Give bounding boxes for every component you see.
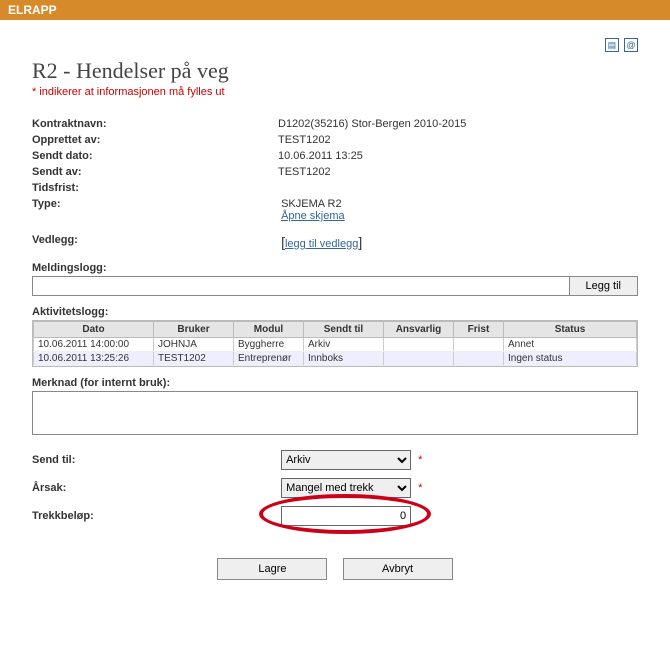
trekk-label: Trekkbeløp: [32, 510, 278, 522]
app-header: ELRAPP [0, 0, 670, 20]
required-star: * [418, 482, 422, 494]
col-dato: Dato [34, 322, 154, 338]
aktivitetslogg-label: Aktivitetslogg: [32, 306, 638, 318]
help-icon[interactable]: @ [624, 38, 638, 52]
col-sendt-til: Sendt til [304, 322, 384, 338]
send-til-label: Send til: [32, 454, 278, 466]
meldingslogg-label: Meldingslogg: [32, 262, 638, 274]
open-schema-link[interactable]: Åpne skjema [281, 210, 345, 222]
opprettet-av-value: TEST1202 [278, 134, 331, 146]
type-label: Type: [32, 198, 278, 210]
type-value: SKJEMA R2 Åpne skjema [281, 198, 345, 222]
kontraktnavn-value: D1202(35216) Stor-Bergen 2010-2015 [278, 118, 466, 130]
col-frist: Frist [454, 322, 504, 338]
top-icons: ▤ @ [603, 38, 638, 52]
col-modul: Modul [234, 322, 304, 338]
arsak-label: Årsak: [32, 482, 278, 494]
arsak-select[interactable]: Mangel med trekk [281, 478, 411, 498]
save-button[interactable]: Lagre [217, 558, 327, 580]
merknad-textarea[interactable] [32, 391, 638, 435]
kontraktnavn-label: Kontraktnavn: [32, 118, 278, 130]
cancel-button[interactable]: Avbryt [343, 558, 453, 580]
sendt-dato-value: 10.06.2011 13:25 [278, 150, 363, 162]
main-content: ▤ @ R2 - Hendelser på veg * indikerer at… [0, 20, 670, 608]
col-bruker: Bruker [154, 322, 234, 338]
add-attachment-link[interactable]: legg til vedlegg [285, 238, 358, 250]
vedlegg-value: [legg til vedlegg] [281, 234, 362, 250]
opprettet-av-label: Opprettet av: [32, 134, 278, 146]
page-title: R2 - Hendelser på veg [32, 58, 638, 84]
app-name: ELRAPP [8, 3, 57, 17]
print-icon[interactable]: ▤ [605, 38, 619, 52]
required-star: * [418, 454, 422, 466]
type-text: SKJEMA R2 [281, 198, 342, 210]
col-ansvarlig: Ansvarlig [384, 322, 454, 338]
meldingslogg-input[interactable] [32, 276, 570, 296]
activity-log-table: Dato Bruker Modul Sendt til Ansvarlig Fr… [33, 321, 637, 366]
merknad-label: Merknad (for internt bruk): [32, 377, 638, 389]
add-message-button[interactable]: Legg til [569, 276, 638, 296]
table-row: 10.06.2011 14:00:00 JOHNJA Byggherre Ark… [34, 338, 637, 352]
tidsfrist-label: Tidsfrist: [32, 182, 278, 194]
sendt-dato-label: Sendt dato: [32, 150, 278, 162]
vedlegg-label: Vedlegg: [32, 234, 278, 246]
activity-log-body: 10.06.2011 14:00:00 JOHNJA Byggherre Ark… [34, 338, 637, 366]
table-row: 10.06.2011 13:25:26 TEST1202 Entreprenør… [34, 352, 637, 366]
send-til-select[interactable]: Arkiv [281, 450, 411, 470]
required-note: * indikerer at informasjonen må fylles u… [32, 86, 638, 98]
col-status: Status [504, 322, 637, 338]
trekk-input[interactable] [281, 506, 411, 526]
sendt-av-label: Sendt av: [32, 166, 278, 178]
sendt-av-value: TEST1202 [278, 166, 331, 178]
